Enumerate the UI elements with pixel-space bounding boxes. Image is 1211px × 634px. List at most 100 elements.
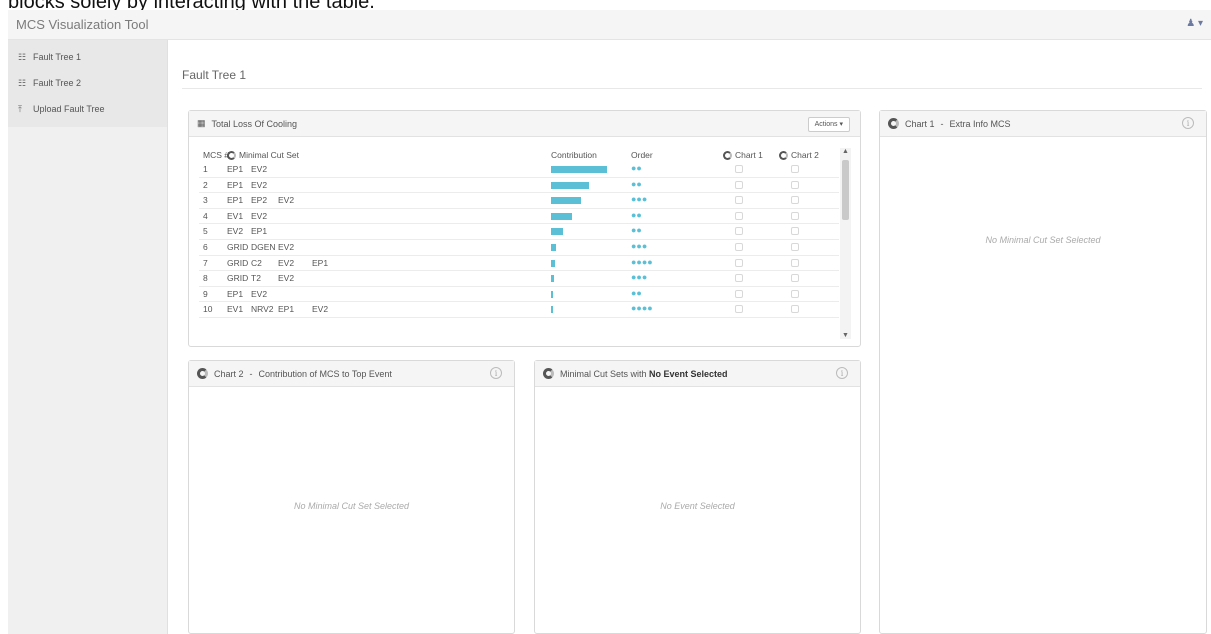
event-label[interactable]: EV2 (251, 211, 267, 221)
chart2-checkbox[interactable] (791, 305, 799, 314)
event-label[interactable]: T2 (251, 273, 261, 283)
upload-icon: ⤒ (18, 103, 22, 114)
column-header-set-label: Minimal Cut Set (239, 150, 299, 160)
chart1-checkbox[interactable] (735, 196, 743, 205)
column-header-order[interactable]: Order (631, 150, 653, 160)
event-label[interactable]: EV1 (227, 304, 243, 314)
event-label[interactable]: GRID (227, 273, 248, 283)
table-row[interactable]: 7 GRID C2 EV2 EP1 ●●●● (199, 256, 839, 272)
event-label[interactable]: EP2 (251, 195, 267, 205)
table-row[interactable]: 2 EP1 EV2 ●● (199, 178, 839, 194)
event-label[interactable]: EV2 (227, 226, 243, 236)
chart2-checkbox[interactable] (791, 165, 799, 173)
panel-header: ▦ Total Loss Of Cooling Actions ▾ (189, 111, 860, 137)
event-label[interactable]: EV2 (312, 304, 328, 314)
contribution-bar (551, 197, 581, 205)
chart1-checkbox[interactable] (735, 258, 743, 267)
event-label[interactable]: EP1 (312, 258, 328, 268)
chart2-checkbox[interactable] (791, 274, 799, 283)
chart2-checkbox[interactable] (791, 242, 799, 251)
panel-separator: - (940, 118, 944, 129)
event-label[interactable]: EP1 (278, 304, 294, 314)
event-label[interactable]: C2 (251, 258, 262, 268)
table-row[interactable]: 10 EV1 NRV2 EP1 EV2 ●●●● (199, 302, 839, 318)
actions-dropdown-button[interactable]: Actions ▾ (807, 117, 850, 132)
chart2-checkbox[interactable] (791, 258, 799, 267)
chart2-checkbox[interactable] (791, 227, 799, 236)
event-label[interactable]: EV2 (278, 195, 294, 205)
chart2-checkbox[interactable] (791, 289, 799, 298)
sidebar: ☷ Fault Tree 1 ☷ Fault Tree 2 ⤒ Upload F… (8, 40, 168, 634)
mcs-table: MCS # Minimal Cut Set Contribution Order… (199, 148, 839, 318)
chart1-checkbox[interactable] (735, 242, 743, 251)
empty-state-text: No Minimal Cut Set Selected (293, 501, 410, 511)
chart1-checkbox[interactable] (735, 211, 743, 220)
mcs-number: 4 (203, 210, 208, 221)
mcs-number: 2 (203, 179, 208, 190)
event-label[interactable]: EV2 (278, 242, 294, 252)
donut-chart-icon (888, 118, 899, 129)
table-row[interactable]: 5 EV2 EP1 ●● (199, 224, 839, 240)
event-label[interactable]: NRV2 (251, 304, 274, 314)
event-label[interactable]: EV2 (251, 180, 267, 190)
chart1-checkbox[interactable] (735, 305, 743, 314)
chart1-checkbox[interactable] (735, 180, 743, 189)
table-scrollbar[interactable]: ▲ ▼ (840, 148, 851, 339)
chart1-checkbox[interactable] (735, 289, 743, 298)
column-header-contribution[interactable]: Contribution (551, 150, 597, 160)
table-row[interactable]: 1 EP1 EV2 ●● (199, 162, 839, 178)
sidebar-item-label: Fault Tree 2 (33, 78, 82, 88)
column-header-chart2: Chart 2 (779, 150, 819, 160)
order-dots: ●●● (631, 272, 648, 283)
event-label[interactable]: GRID (227, 258, 248, 268)
sidebar-item-fault-tree-2[interactable]: ☷ Fault Tree 2 (8, 70, 167, 96)
table-row[interactable]: 6 GRID DGEN EV2 ●●● (199, 240, 839, 256)
event-label[interactable]: GRID (227, 242, 248, 252)
order-dots: ●●●● (631, 303, 653, 314)
event-label[interactable]: EP1 (227, 180, 243, 190)
event-label[interactable]: EV1 (227, 211, 243, 221)
order-dots: ●● (631, 209, 642, 220)
info-icon[interactable]: i (490, 367, 502, 379)
chart1-checkbox[interactable] (735, 274, 743, 283)
event-label[interactable]: EV2 (251, 289, 267, 299)
table-row[interactable]: 9 EP1 EV2 ●● (199, 287, 839, 303)
table-row[interactable]: 3 EP1 EP2 EV2 ●●● (199, 193, 839, 209)
scroll-down-icon[interactable]: ▼ (840, 332, 851, 339)
empty-state-text: No Minimal Cut Set Selected (985, 235, 1101, 245)
contribution-bar (551, 306, 553, 314)
scroll-up-icon[interactable]: ▲ (840, 148, 851, 155)
contribution-bar (551, 228, 563, 236)
table-row[interactable]: 8 GRID T2 EV2 ●●● (199, 271, 839, 287)
scroll-thumb[interactable] (842, 160, 849, 220)
donut-chart-icon (543, 368, 554, 379)
sidebar-item-fault-tree-1[interactable]: ☷ Fault Tree 1 (8, 44, 167, 70)
event-label[interactable]: EV2 (278, 273, 294, 283)
mcs-number: 6 (203, 241, 208, 252)
chart1-checkbox[interactable] (735, 165, 743, 173)
chart2-checkbox[interactable] (791, 180, 799, 189)
chart2-checkbox[interactable] (791, 196, 799, 205)
chart1-checkbox[interactable] (735, 227, 743, 236)
sidebar-item-label: Upload Fault Tree (33, 104, 105, 114)
info-icon[interactable]: i (1182, 117, 1194, 129)
chart2-panel: Chart 2 - Contribution of MCS to Top Eve… (188, 360, 515, 634)
event-label[interactable]: EP1 (227, 195, 243, 205)
info-icon[interactable]: i (836, 367, 848, 379)
main-content: Fault Tree 1 ▦ Total Loss Of Cooling Act… (168, 40, 1211, 634)
event-label[interactable]: EV2 (278, 258, 294, 268)
column-header-set[interactable]: Minimal Cut Set (227, 150, 299, 160)
event-label[interactable]: EP1 (227, 289, 243, 299)
event-label[interactable]: EP1 (251, 226, 267, 236)
panel-title: Extra Info MCS (949, 118, 1011, 129)
user-menu[interactable]: ♟ ▾ (1186, 18, 1203, 29)
donut-chart-icon (723, 150, 732, 160)
event-label[interactable]: EP1 (227, 164, 243, 174)
table-row[interactable]: 4 EV1 EV2 ●● (199, 209, 839, 225)
event-label[interactable]: DGEN (251, 242, 276, 252)
sidebar-item-upload-fault-tree[interactable]: ⤒ Upload Fault Tree (8, 96, 167, 122)
table-body: 1 EP1 EV2 ●● 2 EP1 EV2 ●● 3 EP1 EP2 EV2 ●●● 4 EV1 EV2 ●●… (199, 162, 839, 318)
donut-chart-icon (779, 150, 788, 160)
chart2-checkbox[interactable] (791, 211, 799, 220)
event-label[interactable]: EV2 (251, 164, 267, 174)
